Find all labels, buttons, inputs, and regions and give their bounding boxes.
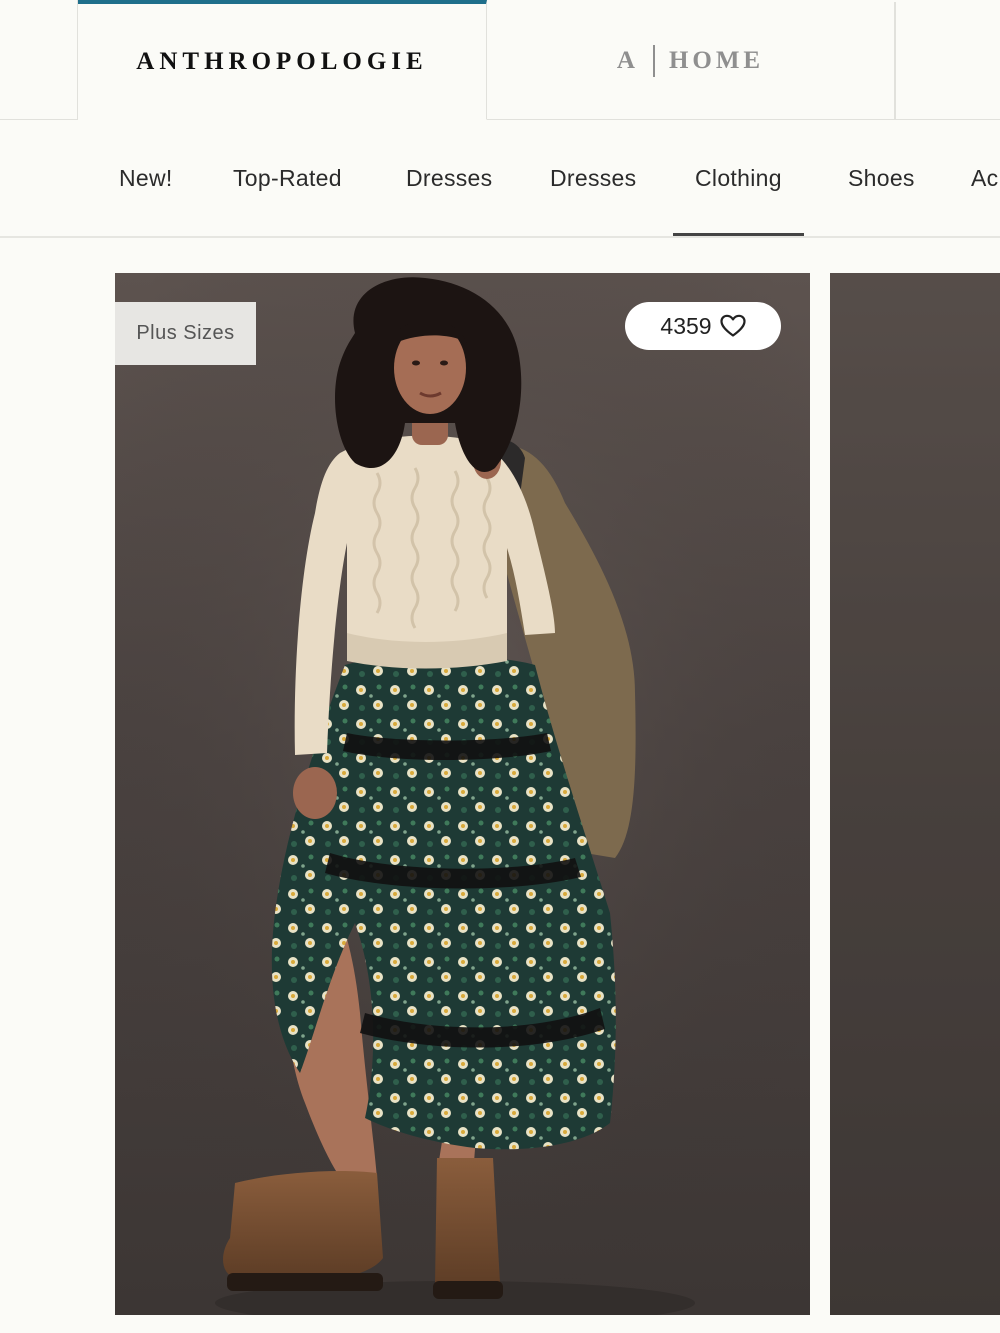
category-nav: New! Top-Rated Dresses Dresses Clothing … xyxy=(0,120,1000,238)
heart-outline-icon xyxy=(719,314,746,337)
brand-tab-anthropologie[interactable]: ANTHROPOLOGIE xyxy=(78,0,487,120)
nav-item-clothing[interactable]: Clothing xyxy=(673,120,804,236)
brand-tab-previous-edge xyxy=(0,0,78,119)
product-card[interactable]: Plus Sizes 4359 xyxy=(115,273,810,1315)
product-image-next[interactable] xyxy=(830,273,1000,1315)
home-logo-mark: A xyxy=(616,46,639,74)
home-logo-label: HOME xyxy=(668,46,765,74)
anthropologie-logo: ANTHROPOLOGIE xyxy=(136,47,428,75)
favorite-count: 4359 xyxy=(660,312,712,339)
favorite-button[interactable]: 4359 xyxy=(625,302,781,350)
nav-item-top-rated[interactable]: Top-Rated xyxy=(233,120,342,236)
brand-tab-home[interactable]: A HOME xyxy=(487,2,895,119)
anthropologie-home-logo: A HOME xyxy=(616,44,765,77)
home-logo-divider xyxy=(652,44,655,77)
plus-sizes-badge: Plus Sizes xyxy=(115,302,256,365)
nav-item-dresses[interactable]: Dresses xyxy=(406,120,492,236)
nav-item-dresses-2[interactable]: Dresses xyxy=(550,120,636,236)
nav-item-shoes[interactable]: Shoes xyxy=(848,120,915,236)
product-card-next[interactable] xyxy=(830,273,1000,1315)
brand-tab-bar: ANTHROPOLOGIE A HOME xyxy=(0,0,1000,120)
nav-item-accessories[interactable]: Ac xyxy=(971,120,998,236)
nav-item-new[interactable]: New! xyxy=(119,120,173,236)
product-image[interactable] xyxy=(115,273,810,1315)
page: ANTHROPOLOGIE A HOME New! Top-Rated Dres… xyxy=(0,0,1000,1333)
brand-tab-next-edge[interactable] xyxy=(895,2,1000,119)
